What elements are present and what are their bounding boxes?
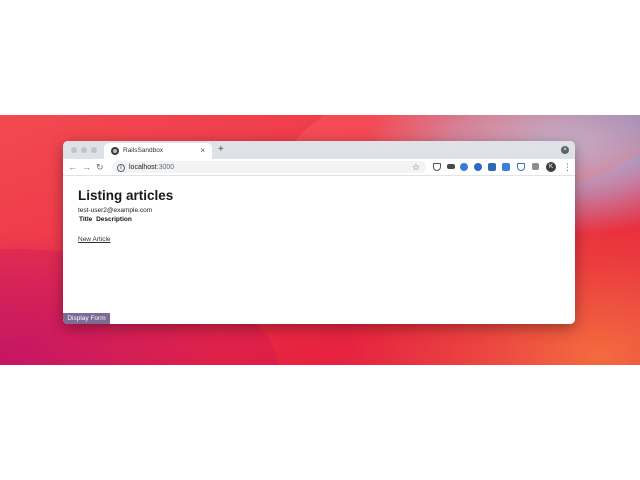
dashlane-icon[interactable] bbox=[447, 164, 455, 169]
reload-icon[interactable]: ↻ bbox=[96, 161, 104, 173]
zoom-window-dot[interactable] bbox=[91, 147, 97, 153]
column-header-description: Description bbox=[96, 216, 132, 223]
new-article-link[interactable]: New Article bbox=[78, 236, 111, 244]
browser-toolbar: ← → ↻ i localhost:3000 ☆ K ⋮ bbox=[63, 159, 575, 176]
screen-capture-icon[interactable] bbox=[488, 163, 496, 171]
page-title: Listing articles bbox=[78, 188, 174, 203]
translate-icon[interactable] bbox=[502, 163, 510, 171]
profile-avatar[interactable]: K bbox=[546, 162, 556, 172]
menu-icon[interactable]: ⋮ bbox=[563, 161, 572, 173]
minimize-window-dot[interactable] bbox=[81, 147, 87, 153]
back-arrow-icon[interactable]: ← bbox=[68, 161, 77, 173]
url-host: localhost bbox=[129, 164, 157, 171]
info-icon[interactable]: i bbox=[117, 163, 125, 172]
user-email: test-user2@example.com bbox=[78, 207, 153, 214]
chrome-icon[interactable] bbox=[460, 163, 468, 171]
edge-icon[interactable] bbox=[474, 163, 482, 171]
address-bar[interactable]: i localhost:3000 ☆ bbox=[112, 161, 426, 173]
display-form-button[interactable]: Display Form bbox=[63, 313, 110, 324]
puzzle-icon[interactable] bbox=[532, 163, 539, 170]
articles-table-header: Title Description bbox=[79, 216, 134, 224]
new-tab-button[interactable]: + bbox=[218, 144, 224, 155]
browser-window: RailsSandbox × + × ← → ↻ i localhost:300… bbox=[63, 141, 575, 324]
column-header-title: Title bbox=[79, 216, 93, 223]
browser-tab[interactable]: RailsSandbox × bbox=[104, 143, 212, 159]
tab-title: RailsSandbox bbox=[123, 147, 164, 154]
url-port: :3000 bbox=[156, 164, 175, 171]
pocket-icon[interactable] bbox=[433, 163, 441, 171]
globe-icon bbox=[111, 147, 119, 155]
close-window-dot[interactable] bbox=[71, 147, 77, 153]
bookmark-star-icon[interactable]: ☆ bbox=[412, 161, 420, 173]
forward-arrow-icon[interactable]: → bbox=[82, 161, 91, 173]
browser-titlebar: RailsSandbox × + × bbox=[63, 141, 575, 159]
tab-close-icon[interactable]: × bbox=[200, 146, 205, 156]
window-close-icon[interactable]: × bbox=[561, 146, 569, 154]
shield-icon[interactable] bbox=[517, 163, 525, 171]
url-text[interactable]: localhost:3000 bbox=[129, 163, 174, 172]
page-content: Listing articles test-user2@example.com … bbox=[63, 176, 575, 324]
